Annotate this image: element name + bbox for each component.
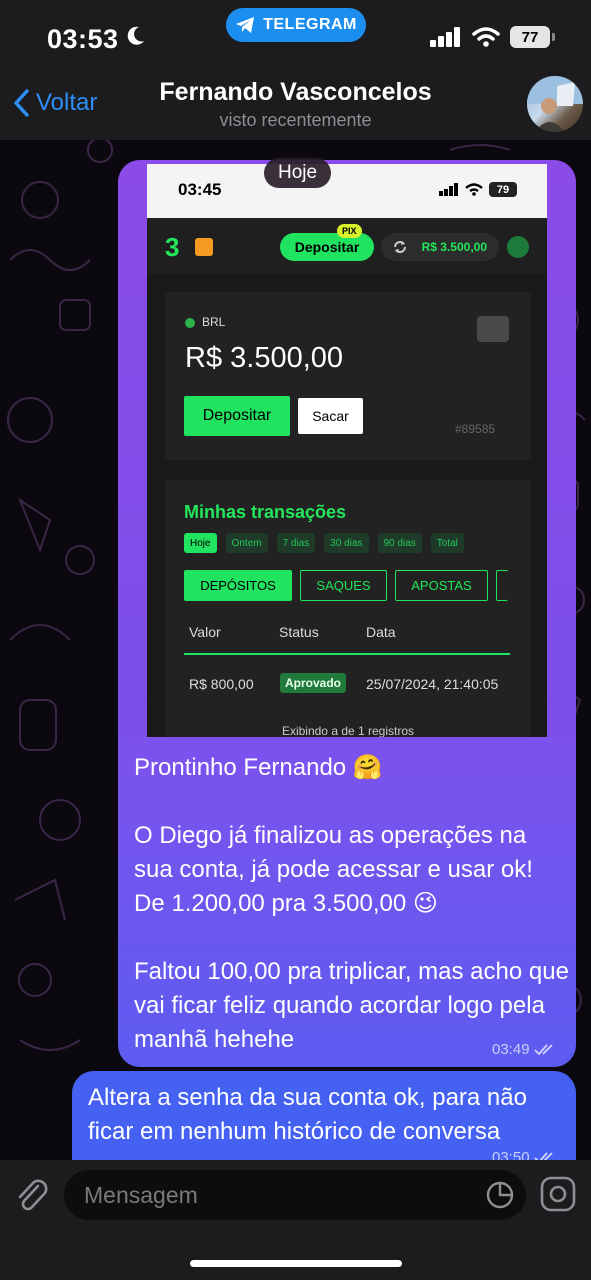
signal-icon xyxy=(439,183,458,196)
filter-total: Total xyxy=(430,533,464,553)
filter-7-days: 7 dias xyxy=(276,533,316,553)
account-id: #89585 xyxy=(455,422,496,436)
wifi-icon xyxy=(472,27,500,47)
status-indicators: 77 xyxy=(430,26,555,48)
screenshot-time: 03:45 xyxy=(178,180,222,199)
image-message-bubble[interactable]: 03:45 79 3 Depositar PIX R$ 3.500,00 BRL… xyxy=(118,160,576,760)
sticker-icon[interactable] xyxy=(486,1181,514,1209)
filter-30-days: 30 dias xyxy=(324,533,369,553)
contact-name[interactable]: Fernando Vasconcelos xyxy=(0,78,591,107)
site-logo: 3 xyxy=(165,232,180,262)
message-bubble[interactable]: Prontinho Fernando 🤗 O Diego já finalizo… xyxy=(118,737,576,1067)
tab-withdrawals: SAQUES xyxy=(300,570,387,601)
user-icon xyxy=(507,236,529,258)
message-input[interactable] xyxy=(84,1170,474,1220)
message-meta: 03:49 xyxy=(492,1041,558,1058)
return-app-label: TELEGRAM xyxy=(263,16,357,33)
status-bar: 03:53 TELEGRAM 77 xyxy=(0,0,591,70)
contact-status: visto recentemente xyxy=(219,110,372,130)
shared-screenshot[interactable]: 03:45 79 3 Depositar PIX R$ 3.500,00 BRL… xyxy=(147,164,547,760)
wifi-icon xyxy=(465,183,483,196)
filter-yesterday: Ontem xyxy=(225,533,268,553)
header-status: Status xyxy=(279,624,319,640)
transactions-title: Minhas transações xyxy=(184,502,347,522)
screenshot-status-indicators: 79 xyxy=(439,182,517,197)
telegram-icon xyxy=(236,17,255,33)
header-date: Data xyxy=(366,624,396,640)
screenshot-status-bar: 03:45 79 xyxy=(147,164,547,218)
gift-icon xyxy=(195,238,213,256)
status-badge: Aprovado xyxy=(280,673,347,693)
avatar-photo xyxy=(527,76,583,132)
message-text: Altera a senha da sua conta ok, para não… xyxy=(88,1084,527,1145)
row-value: R$ 800,00 xyxy=(189,676,254,692)
pix-badge: PIX xyxy=(337,224,362,238)
row-date: 25/07/2024, 21:40:05 xyxy=(366,676,499,692)
chat-header: Voltar Fernando Vasconcelos visto recent… xyxy=(0,70,591,140)
wallet-card: BRL R$ 3.500,00 Depositar Sacar #89585 xyxy=(165,292,531,460)
screenshot-battery: 79 xyxy=(489,182,517,197)
home-indicator[interactable] xyxy=(190,1260,402,1267)
battery-indicator: 77 xyxy=(510,26,555,48)
balance-amount: R$ 3.500,00 xyxy=(185,342,344,374)
signal-icon xyxy=(430,27,460,47)
paperclip-icon[interactable] xyxy=(14,1176,50,1216)
transactions-card: Minhas transações Hoje Ontem 7 dias 30 d… xyxy=(165,480,531,760)
refresh-icon xyxy=(394,241,406,253)
message-time: 03:49 xyxy=(492,1041,530,1058)
tab-bets: APOSTAS xyxy=(395,570,488,601)
status-time: 03:53 xyxy=(47,24,119,54)
tab-deposits: DEPÓSITOS xyxy=(184,570,292,601)
date-filters: Hoje Ontem 7 dias 30 dias 90 dias Total xyxy=(184,533,464,553)
header-deposit-button: Depositar xyxy=(280,233,374,261)
return-to-telegram-pill[interactable]: TELEGRAM xyxy=(226,8,366,42)
message-text: Prontinho Fernando 🤗 O Diego já finalizo… xyxy=(134,754,569,1053)
contact-avatar[interactable] xyxy=(527,76,583,132)
message-field[interactable] xyxy=(64,1170,526,1220)
double-check-icon xyxy=(533,1043,553,1055)
moon-icon xyxy=(127,26,144,45)
camera-icon[interactable] xyxy=(540,1176,576,1212)
brazil-flag-icon xyxy=(185,318,195,328)
wallet-icon xyxy=(477,316,509,342)
message-composer xyxy=(0,1160,591,1280)
header-value: Valor xyxy=(189,624,221,640)
records-footer: Exibindo a de 1 registros xyxy=(281,724,415,738)
message-bubble[interactable]: Altera a senha da sua conta ok, para não… xyxy=(72,1071,576,1171)
filter-90-days: 90 dias xyxy=(377,533,422,553)
filter-today: Hoje xyxy=(184,533,217,553)
table-header-divider xyxy=(184,653,510,655)
transaction-tabs: DEPÓSITOS SAQUES APOSTAS xyxy=(184,570,508,601)
date-badge: Hoje xyxy=(264,158,332,188)
currency-label: BRL xyxy=(202,315,226,329)
withdraw-button: Sacar xyxy=(298,398,363,434)
deposit-button: Depositar xyxy=(184,396,290,436)
betting-site-header: 3 Depositar PIX R$ 3.500,00 xyxy=(147,218,547,274)
tab-overflow xyxy=(496,570,508,601)
